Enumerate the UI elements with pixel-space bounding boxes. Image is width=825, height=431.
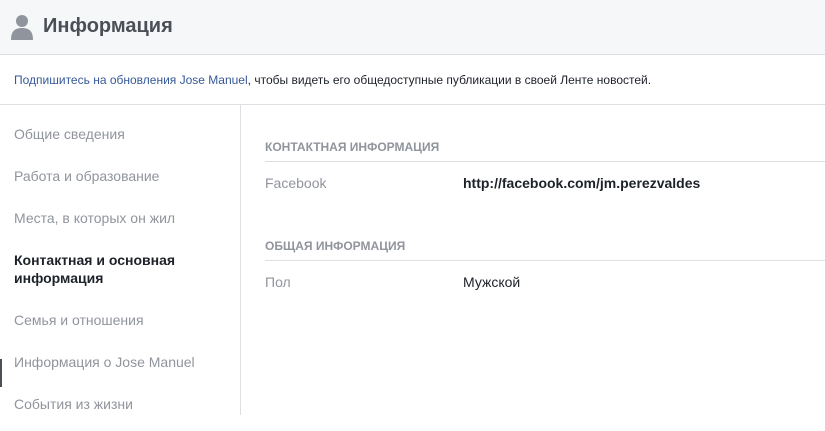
facebook-url[interactable]: http://facebook.com/jm.perezvaldes (463, 174, 700, 192)
sidebar-item-places[interactable]: Места, в которых он жил (14, 209, 229, 227)
sidebar-item-family[interactable]: Семья и отношения (14, 311, 229, 329)
sidebar-item-overview[interactable]: Общие сведения (14, 125, 229, 143)
sidebar-item-label-line1: Контактная и основная (14, 252, 176, 268)
follow-notice-text: , чтобы видеть его общедоступные публика… (247, 73, 652, 87)
about-sidebar: Общие сведения Работа и образование Мест… (0, 105, 241, 415)
sidebar-item-contact-info[interactable]: Контактная и основная информация (14, 251, 229, 287)
user-silhouette-icon (11, 15, 33, 40)
sidebar-item-details[interactable]: Информация о Jose Manuel (14, 353, 229, 371)
sidebar-item-label-line2: информация (14, 270, 104, 286)
page-header: Информация (0, 0, 825, 55)
facebook-label: Facebook (265, 175, 327, 191)
contact-section-title: КОНТАКТНАЯ ИНФОРМАЦИЯ (265, 140, 825, 162)
gender-label: Пол (265, 274, 291, 290)
page-title: Информация (43, 15, 173, 37)
sidebar-item-work-education[interactable]: Работа и образование (14, 167, 229, 185)
active-indicator (0, 359, 2, 387)
sidebar-item-life-events[interactable]: События из жизни (14, 395, 229, 413)
about-content: КОНТАКТНАЯ ИНФОРМАЦИЯ Facebook http://fa… (265, 105, 825, 415)
general-section-title: ОБЩАЯ ИНФОРМАЦИЯ (265, 239, 825, 261)
gender-value: Мужской (463, 274, 521, 290)
follow-link[interactable]: Подпишитесь на обновления Jose Manuel (14, 73, 248, 87)
follow-notice: Подпишитесь на обновления Jose Manuel, ч… (0, 55, 825, 105)
